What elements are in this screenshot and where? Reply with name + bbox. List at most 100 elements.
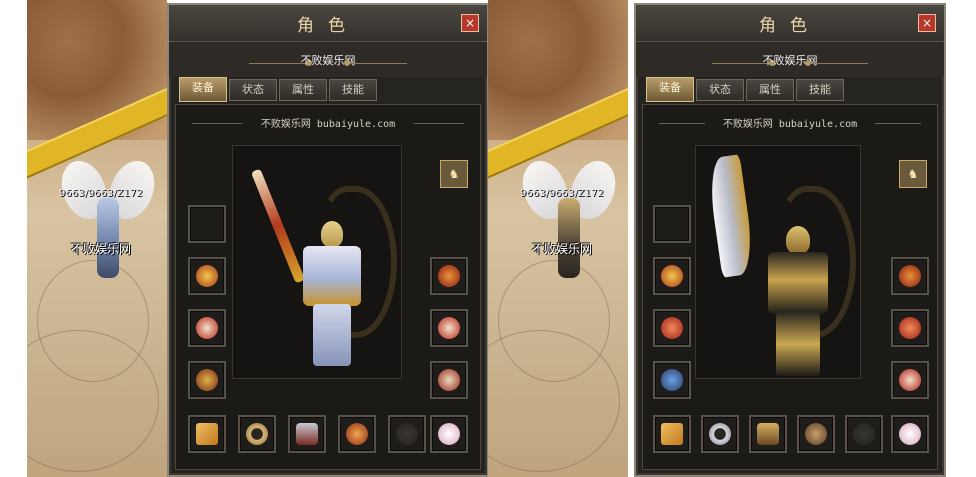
player-name: 不败娱乐网 (532, 242, 593, 256)
weapon-blade (250, 168, 306, 284)
ring-icon (438, 369, 460, 391)
lotus-icon (899, 423, 921, 445)
player-body (97, 198, 119, 278)
character-name: 不败娱乐网 (300, 54, 356, 67)
slot-empty[interactable] (388, 415, 426, 453)
player-hp-mp: 9663/9663/Z172 (59, 188, 143, 199)
player-hp-mp: 9663/9663/Z172 (520, 188, 604, 199)
ornament (344, 60, 407, 66)
character-model (250, 166, 383, 376)
slot-left-1[interactable] (188, 205, 226, 243)
panel-title: 角色 (759, 16, 821, 36)
equipment-panel: 不败娱乐网 bubaiyule.com ♞ (175, 104, 481, 470)
content-header: 不败娱乐网 bubaiyule.com (176, 115, 480, 131)
gem-icon (805, 423, 827, 445)
tab-equipment[interactable]: 装备 (646, 77, 694, 102)
slot-gem[interactable] (797, 415, 835, 453)
slot-ring[interactable] (430, 361, 468, 399)
bracelet-icon (438, 317, 460, 339)
slot-medal[interactable] (430, 257, 468, 295)
helmet (786, 226, 810, 254)
slot-necklace[interactable] (188, 257, 226, 295)
player-name: 不败娱乐网 (71, 242, 132, 256)
close-button[interactable]: × (918, 14, 936, 32)
belt-icon (246, 423, 268, 445)
slot-belt[interactable] (701, 415, 739, 453)
slot-necklace[interactable] (653, 257, 691, 295)
close-button[interactable]: × (461, 14, 479, 32)
boots-icon (296, 423, 318, 445)
screen-right: 9663/9663/Z172 不败娱乐网 角色 × 不败娱乐网 装备 状态 属性… (488, 0, 950, 477)
slot-medal[interactable] (891, 257, 929, 295)
helmet (321, 221, 343, 247)
slot-amulet[interactable] (653, 361, 691, 399)
bracelet-icon (661, 317, 683, 339)
character-display (232, 145, 402, 379)
equipment-panel: 不败娱乐网 bubaiyule.com ♞ (642, 104, 938, 470)
tab-equipment[interactable]: 装备 (179, 77, 227, 102)
charm-book-icon (661, 423, 683, 445)
slot-bracelet[interactable] (653, 309, 691, 347)
slot-amulet[interactable] (188, 361, 226, 399)
game-scene[interactable]: 9663/9663/Z172 不败娱乐网 (27, 0, 167, 477)
slot-boots[interactable] (288, 415, 326, 453)
slot-boots[interactable] (749, 415, 787, 453)
content-header: 不败娱乐网 bubaiyule.com (643, 115, 937, 131)
player-character[interactable]: 9663/9663/Z172 不败娱乐网 (54, 150, 162, 320)
character-model (705, 154, 846, 376)
game-scene[interactable]: 9663/9663/Z172 不败娱乐网 (488, 0, 628, 477)
slot-gem[interactable] (338, 415, 376, 453)
charm-book-icon (196, 423, 218, 445)
panel-title: 角色 (297, 16, 359, 36)
slot-bracelet-right[interactable] (891, 309, 929, 347)
character-panel: 角色 × 不败娱乐网 装备 状态 属性 技能 不败娱乐网 bubaiyule.c… (634, 3, 946, 477)
tab-skills[interactable]: 技能 (796, 79, 844, 101)
slot-charm[interactable] (653, 415, 691, 453)
lotus-icon (438, 423, 460, 445)
tab-attributes[interactable]: 属性 (746, 79, 794, 101)
tab-status[interactable]: 状态 (229, 79, 277, 101)
slot-empty[interactable] (845, 415, 883, 453)
gem-icon (346, 423, 368, 445)
empty-orb-icon (853, 423, 875, 445)
player-character[interactable]: 9663/9663/Z172 不败娱乐网 (515, 150, 623, 320)
slot-bracelet[interactable] (188, 309, 226, 347)
panel-titlebar[interactable]: 角色 × (169, 5, 487, 42)
slot-lotus[interactable] (430, 415, 468, 453)
ornament (805, 60, 868, 66)
character-name: 不败娱乐网 (762, 54, 818, 67)
bracelet-icon (899, 317, 921, 339)
player-body (558, 198, 580, 278)
slot-bracelet-right[interactable] (430, 309, 468, 347)
slot-lotus[interactable] (891, 415, 929, 453)
name-banner: 不败娱乐网 (636, 43, 944, 77)
slot-belt[interactable] (238, 415, 276, 453)
emblem-button[interactable]: ♞ (440, 160, 468, 188)
necklace-icon (196, 265, 218, 287)
medal-icon (899, 265, 921, 287)
legs (313, 304, 351, 366)
necklace-icon (661, 265, 683, 287)
amulet-icon (661, 369, 683, 391)
character-display (695, 145, 861, 379)
header-line (414, 123, 464, 124)
slot-charm[interactable] (188, 415, 226, 453)
armor (768, 252, 828, 314)
empty-orb-icon (396, 423, 418, 445)
tab-status[interactable]: 状态 (696, 79, 744, 101)
character-panel: 角色 × 不败娱乐网 装备 状态 属性 技能 不败娱乐网 bubaiyule.c… (167, 3, 489, 477)
ring-icon (899, 369, 921, 391)
panel-titlebar[interactable]: 角色 × (636, 5, 944, 42)
name-banner: 不败娱乐网 (169, 43, 487, 77)
tab-attributes[interactable]: 属性 (279, 79, 327, 101)
medal-icon (438, 265, 460, 287)
slot-left-1[interactable] (653, 205, 691, 243)
slot-ring[interactable] (891, 361, 929, 399)
belt-icon (709, 423, 731, 445)
amulet-icon (196, 369, 218, 391)
armor (303, 246, 361, 306)
boots-icon (757, 423, 779, 445)
header-line (875, 123, 921, 124)
emblem-button[interactable]: ♞ (899, 160, 927, 188)
tab-skills[interactable]: 技能 (329, 79, 377, 101)
